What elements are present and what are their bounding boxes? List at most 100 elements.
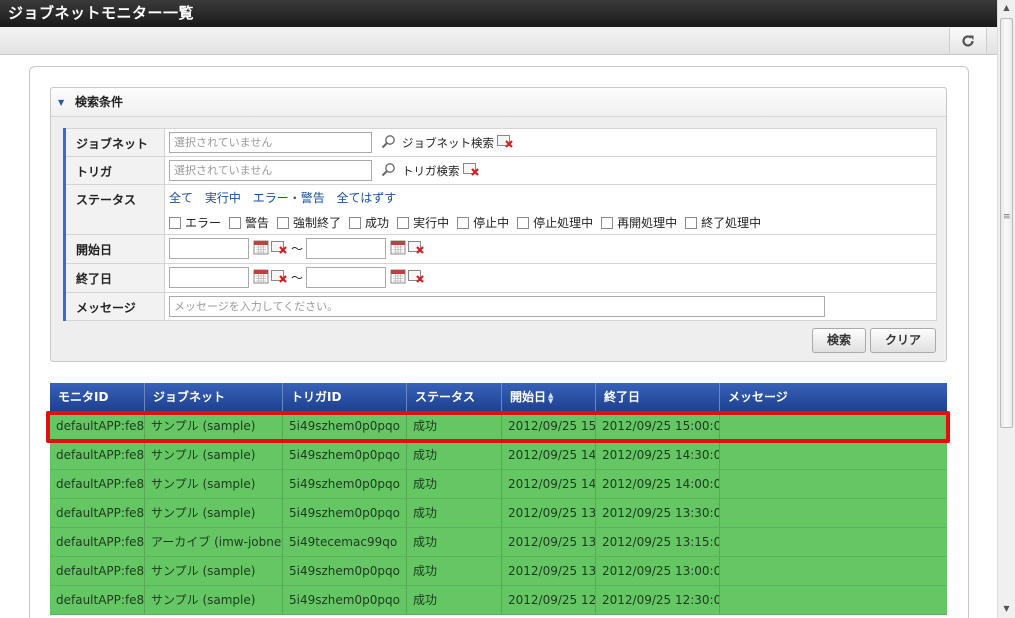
cell-start-date: 2012/09/25 13:0 [502, 557, 596, 585]
cell-start-date: 2012/09/25 12:3 [502, 586, 596, 614]
clear-x-icon[interactable] [271, 239, 288, 258]
status-resuming-checkbox[interactable] [601, 216, 614, 229]
table-row[interactable]: defaultAPP:fe80アーカイブ (imw-jobnet-A5i49te… [50, 528, 947, 557]
status-ending-checkbox[interactable] [685, 216, 698, 229]
clear-x-icon[interactable] [497, 133, 514, 152]
cell-trigger-id: 5i49szhem0p0pqo [283, 499, 407, 527]
status-error-checkbox[interactable] [169, 216, 181, 229]
magnifier-icon[interactable] [381, 134, 396, 152]
clear-x-icon[interactable] [408, 268, 425, 287]
column-trigger-id[interactable]: トリガID [283, 383, 407, 412]
cell-message [720, 412, 947, 440]
cell-jobnet: サンプル (sample) [145, 412, 283, 440]
calendar-icon[interactable] [390, 268, 406, 287]
cell-end-date: 2012/09/25 12:30:00 [596, 586, 720, 614]
scroll-down-arrow-icon[interactable]: ▼ [998, 602, 1015, 616]
jobnet-search-link[interactable]: ジョブネット検索 [402, 135, 494, 151]
table-row[interactable]: defaultAPP:fe80 サンプル (sample) 5i49szhem0p0… [50, 586, 947, 615]
cell-status: 成功 [407, 470, 502, 498]
cell-jobnet: サンプル (sample) [145, 499, 283, 527]
status-running-link[interactable]: 実行中 [205, 191, 241, 205]
scroll-thumb[interactable]: ≡ [1000, 18, 1013, 428]
column-jobnet[interactable]: ジョブネット [145, 383, 283, 412]
cell-start-date: 2012/09/25 13:1 [502, 528, 596, 556]
cell-message [720, 528, 947, 556]
vertical-scrollbar[interactable]: ▲ ≡ ▼ [997, 0, 1015, 618]
cell-trigger-id: 5i49szhem0p0pqo [283, 441, 407, 469]
cell-trigger-id: 5i49tecemac99qo [283, 528, 407, 556]
refresh-button[interactable] [949, 28, 987, 53]
clear-button[interactable]: クリア [869, 328, 936, 353]
start-date-from-input[interactable] [169, 238, 249, 259]
clear-x-icon[interactable] [462, 161, 480, 180]
column-status[interactable]: ステータス [407, 383, 502, 412]
table-row[interactable]: defaultAPP:fe80 サンプル (sample) 5i49szhem0p0… [50, 470, 947, 499]
cell-status: 成功 [407, 499, 502, 527]
calendar-icon[interactable] [253, 239, 269, 258]
cell-monitor-id: defaultAPP:fe80 [50, 499, 145, 527]
cell-start-date: 2012/09/25 14:0 [502, 470, 596, 498]
jobnet-input[interactable] [169, 132, 372, 153]
cell-start-date: 2012/09/25 13:3 [502, 499, 596, 527]
search-conditions-panel: ▼ 検索条件 ジョブネット ジョブネット検索 トリガ [50, 87, 947, 362]
cell-end-date: 2012/09/25 14:30:00 [596, 441, 720, 469]
status-success-checkbox[interactable] [349, 216, 362, 229]
status-forced-end-checkbox[interactable] [277, 216, 290, 229]
table-row[interactable]: defaultAPP:fe80 サンプル (sample) 5i49szhem0p0… [50, 499, 947, 528]
status-option-label: 停止中 [473, 216, 510, 230]
cell-end-date: 2012/09/25 13:00:00 [596, 557, 720, 585]
calendar-icon[interactable] [253, 268, 269, 287]
cell-status: 成功 [407, 412, 502, 440]
cell-monitor-id: defaultAPP:fe80 [50, 586, 145, 614]
table-row[interactable]: defaultAPP:fe80 サンプル (sample) 5i49szhem0p0… [50, 557, 947, 586]
end-date-from-input[interactable] [169, 267, 249, 288]
status-label: ステータス [63, 184, 165, 235]
column-monitor-id[interactable]: モニタID [50, 383, 145, 412]
table-row[interactable]: defaultAPP:fe80 サンプル (sample) 5i49szhem0p0… [50, 412, 947, 441]
clear-x-icon[interactable] [408, 239, 425, 258]
status-warning-checkbox[interactable] [229, 216, 242, 229]
status-option-label: 成功 [365, 216, 390, 230]
start-date-label: 開始日 [63, 234, 165, 264]
cell-end-date: 2012/09/25 15:00:01 [596, 412, 720, 440]
cell-status: 成功 [407, 586, 502, 614]
calendar-icon[interactable] [390, 239, 406, 258]
magnifier-icon[interactable] [381, 162, 396, 180]
trigger-search-link[interactable]: トリガ検索 [402, 163, 460, 179]
status-running-checkbox[interactable] [397, 216, 410, 229]
cell-message [720, 557, 947, 585]
end-date-to-input[interactable] [306, 267, 387, 288]
trigger-input[interactable] [169, 160, 372, 181]
status-stopped-checkbox[interactable] [457, 216, 470, 229]
status-error-warning-link[interactable]: エラー・警告 [253, 191, 325, 205]
column-end-date[interactable]: 終了日 [596, 383, 720, 412]
search-button[interactable]: 検索 [811, 328, 866, 353]
table-row[interactable]: defaultAPP:fe80 サンプル (sample) 5i49szhem0p0… [50, 441, 947, 470]
cell-message [720, 586, 947, 614]
status-option-label: 停止処理中 [533, 216, 594, 230]
search-buttons: 検索 クリア [811, 328, 936, 353]
column-start-date[interactable]: 開始日 ▲ ▼ [502, 383, 596, 412]
search-form: ジョブネット ジョブネット検索 トリガ [63, 128, 937, 321]
message-input[interactable] [169, 296, 825, 317]
status-all-link[interactable]: 全て [169, 191, 193, 205]
clear-x-icon[interactable] [271, 268, 288, 287]
caret-down-icon: ▼ [58, 98, 65, 107]
end-date-label: 終了日 [63, 263, 165, 293]
search-conditions-header[interactable]: ▼ 検索条件 [51, 88, 946, 117]
column-message[interactable]: メッセージ [720, 383, 947, 412]
status-option-label: 終了処理中 [701, 216, 762, 230]
cell-monitor-id: defaultAPP:fe80 [50, 441, 145, 469]
refresh-icon [962, 34, 974, 47]
scroll-up-arrow-icon[interactable]: ▲ [998, 0, 1015, 16]
cell-end-date: 2012/09/25 13:30:00 [596, 499, 720, 527]
trigger-label: トリガ [63, 156, 165, 185]
cell-message [720, 499, 947, 527]
status-option-label: 実行中 [413, 216, 450, 230]
status-stopping-checkbox[interactable] [517, 216, 530, 229]
range-tilde: 〜 [291, 242, 304, 256]
grip-icon: ≡ [1003, 212, 1011, 222]
status-uncheck-all-link[interactable]: 全てはずす [337, 191, 397, 205]
start-date-to-input[interactable] [306, 238, 387, 259]
cell-jobnet: アーカイブ (imw-jobnet-A [145, 528, 283, 556]
